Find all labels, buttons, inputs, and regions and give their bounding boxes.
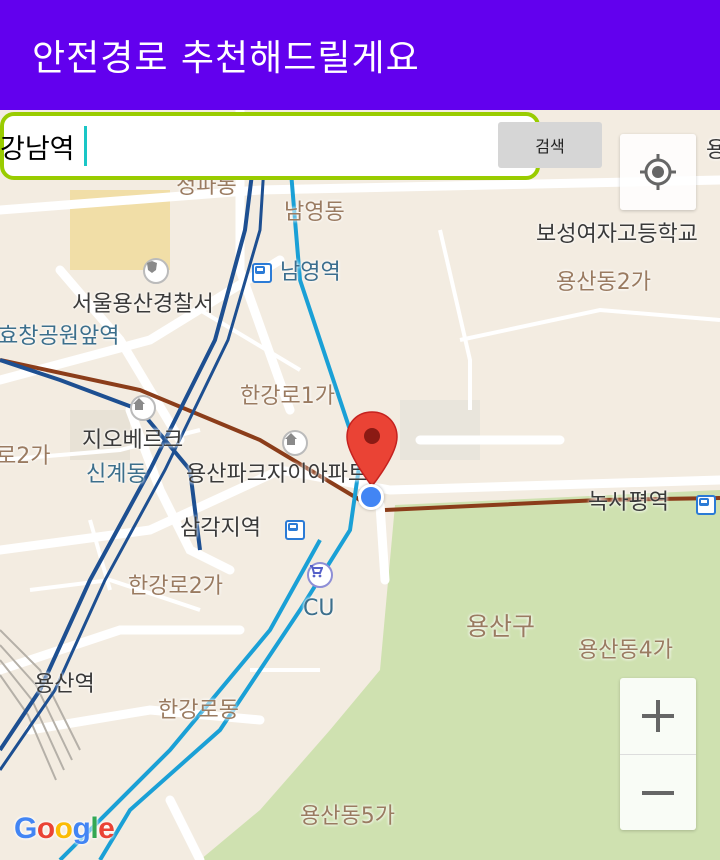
map-label: 신계동: [86, 462, 147, 487]
search-button[interactable]: 검색: [498, 122, 602, 168]
home-icon: [130, 395, 156, 421]
map-label: 한강로1가: [240, 384, 335, 409]
map-label: 보성여자고등학교: [536, 222, 698, 247]
zoom-out-button[interactable]: [620, 754, 696, 830]
zoom-controls: [620, 678, 696, 830]
map-label: 녹사평역: [588, 490, 669, 515]
map-label: 한강로2가: [128, 574, 223, 599]
text-caret: [84, 126, 87, 166]
app-bar: 안전경로 추천해드릴게요: [0, 0, 720, 110]
zoom-in-button[interactable]: [620, 678, 696, 754]
search-input[interactable]: [0, 124, 420, 168]
logo-letter: l: [90, 812, 99, 845]
map-label: 용산동5가: [300, 804, 395, 829]
map-label: CU: [303, 596, 335, 621]
map-label: 삼각지역: [180, 516, 261, 541]
police-icon: [143, 258, 169, 284]
my-location-button[interactable]: [620, 134, 696, 210]
subway-station-icon: [696, 495, 716, 515]
map-label: 로2가: [0, 444, 51, 469]
current-location-dot: [358, 484, 384, 510]
search-bar: [0, 112, 540, 180]
map-label: 효창공원앞역: [0, 324, 120, 349]
minus-icon: [642, 790, 674, 795]
home-icon: [282, 430, 308, 456]
map-label: 서울용산경찰서: [72, 292, 214, 317]
subway-station-icon: [252, 263, 272, 283]
map-label: 지오베르크: [82, 428, 184, 453]
map-label: 용산파크자이아파트: [186, 462, 369, 487]
map-label: 용산구: [466, 612, 536, 641]
google-logo: Google: [14, 812, 115, 846]
plus-icon: [642, 700, 674, 732]
logo-letter: o: [36, 812, 55, 845]
app-title: 안전경로 추천해드릴게요: [32, 38, 420, 79]
shopping-cart-icon: [307, 562, 333, 588]
subway-station-icon: [285, 520, 305, 540]
map-label: 용산동4가: [578, 638, 673, 663]
map-pin-icon[interactable]: [344, 410, 400, 488]
map-label: 용: [706, 138, 720, 163]
map-label: 한강로동: [158, 698, 239, 723]
logo-letter: g: [72, 812, 91, 845]
logo-letter: G: [14, 812, 37, 845]
logo-letter: e: [98, 812, 115, 845]
logo-letter: o: [54, 812, 73, 845]
map-label: 남영역: [280, 260, 341, 285]
map-label: 용산동2가: [556, 270, 651, 295]
crosshair-icon: [640, 154, 676, 190]
map-label: 남영동: [284, 200, 345, 225]
map-label: 용산역: [34, 672, 95, 697]
